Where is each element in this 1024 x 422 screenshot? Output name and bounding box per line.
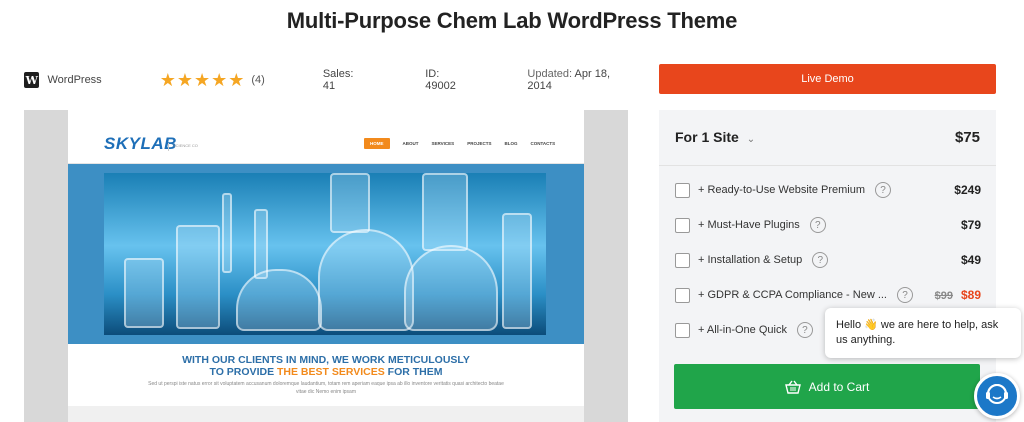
addon-row[interactable]: + Ready-to-Use Website Premium ? $249 [675,180,981,200]
rating-count[interactable]: (4) [251,74,264,86]
star-icon: ★ [211,70,228,90]
chat-launcher-button[interactable] [974,373,1020,419]
star-icon: ★ [159,70,176,90]
pricing-panel: For 1 Site ⌄ $75 + Ready-to-Use Website P… [659,110,996,422]
help-icon[interactable]: ? [875,182,891,198]
addon-old-price: $99 [934,290,953,302]
tagline-suffix: FOR THEM [384,366,443,378]
help-icon[interactable]: ? [796,322,813,338]
addon-price: $79 [960,218,981,232]
addon-checkbox[interactable] [675,287,690,303]
preview-header: SKYLAB SCIENCE CO HOME ABOUT SERVICES PR… [68,110,584,164]
addon-row[interactable]: + Must-Have Plugins ? $79 [675,215,981,235]
lab-glassware-image [104,173,546,335]
preview-tagline-line1: WITH OUR CLIENTS IN MIND, WE WORK METICU… [182,354,470,366]
tagline-prefix: TO PROVIDE [209,366,277,378]
platform-label: WordPress [47,74,102,86]
page-title: Multi-Purpose Chem Lab WordPress Theme [286,8,738,33]
addon-label: + GDPR & CCPA Compliance - New ... [698,289,887,301]
waving-hand-icon: 👋 [864,319,878,331]
star-icon: ★ [228,70,245,90]
addon-label: + Must-Have Plugins [698,219,800,231]
preview-next-section [68,406,584,422]
tagline-accent: THE BEST SERVICES [277,366,385,378]
preview-body-text: Sed ut perspi iste natus error sit volup… [148,381,504,395]
chat-support-icon [984,381,1010,412]
preview-tagline-line2: TO PROVIDE THE BEST SERVICES FOR THEM [68,366,584,378]
license-dropdown[interactable]: For 1 Site ⌄ [675,129,755,147]
preview-nav-item: HOME [364,138,390,149]
addon-price: $49 [960,253,981,267]
preview-nav-item: BLOG [504,141,518,146]
chevron-down-icon: ⌄ [746,133,756,145]
addon-checkbox[interactable] [675,182,690,198]
license-price: $75 [954,129,980,146]
preview-nav-item: PROJECTS [467,141,492,146]
rating-stars[interactable]: ★ ★ ★ ★ ★ (4) [160,71,265,89]
basket-icon [784,380,801,394]
help-icon[interactable]: ? [809,217,826,233]
license-label: For 1 Site [675,128,739,145]
preview-logo: SKYLAB [104,134,177,153]
preview-hero-band [68,164,584,344]
addon-row[interactable]: + Installation & Setup ? $49 [675,250,981,270]
addon-checkbox[interactable] [675,252,690,268]
addon-checkbox[interactable] [675,322,690,338]
star-icon: ★ [176,70,193,90]
product-meta-row: W WordPress ★ ★ ★ ★ ★ (4) Sales: 41 ID: … [24,68,634,92]
preview-site: SKYLAB SCIENCE CO HOME ABOUT SERVICES PR… [68,110,584,422]
help-icon[interactable]: ? [812,252,829,268]
item-id: ID: 49002 [425,68,456,92]
addon-price: $249 [954,183,981,197]
star-icon: ★ [193,70,211,90]
sales-count: Sales: 41 [322,68,354,92]
theme-preview[interactable]: SKYLAB SCIENCE CO HOME ABOUT SERVICES PR… [24,110,628,422]
help-icon[interactable]: ? [897,287,913,303]
updated-label: Updated: [527,68,573,80]
addon-sale-price: $89 [960,288,981,302]
preview-nav-item: SERVICES [431,141,455,146]
addon-checkbox[interactable] [675,217,690,233]
chat-greeting-bubble[interactable]: Hello 👋 we are here to help, ask us anyt… [825,308,1021,358]
preview-nav: HOME ABOUT SERVICES PROJECTS BLOG CONTAC… [364,138,568,149]
addon-label: + Ready-to-Use Website Premium [698,184,865,196]
preview-tagline: WITH OUR CLIENTS IN MIND, WE WORK METICU… [68,354,584,378]
addon-row[interactable]: + GDPR & CCPA Compliance - New ... ? $99… [675,285,981,305]
preview-nav-item: CONTACTS [530,141,556,146]
preview-nav-item: ABOUT [402,141,419,146]
license-selector[interactable]: For 1 Site ⌄ $75 [659,110,996,166]
addon-label: + Installation & Setup [698,254,803,266]
chat-message-part1: Hello [836,319,865,331]
add-to-cart-button[interactable]: Add to Cart [674,364,980,409]
addon-label: + All-in-One Quick [698,324,787,336]
live-demo-button[interactable]: Live Demo [659,64,996,94]
updated-info: Updated: Apr 18, 2014 [527,68,634,92]
add-to-cart-label: Add to Cart [808,379,870,394]
wordpress-icon: W [24,72,40,88]
addon-price-group: $99 $89 [935,288,981,302]
preview-logo-sub: SCIENCE CO [168,143,198,151]
